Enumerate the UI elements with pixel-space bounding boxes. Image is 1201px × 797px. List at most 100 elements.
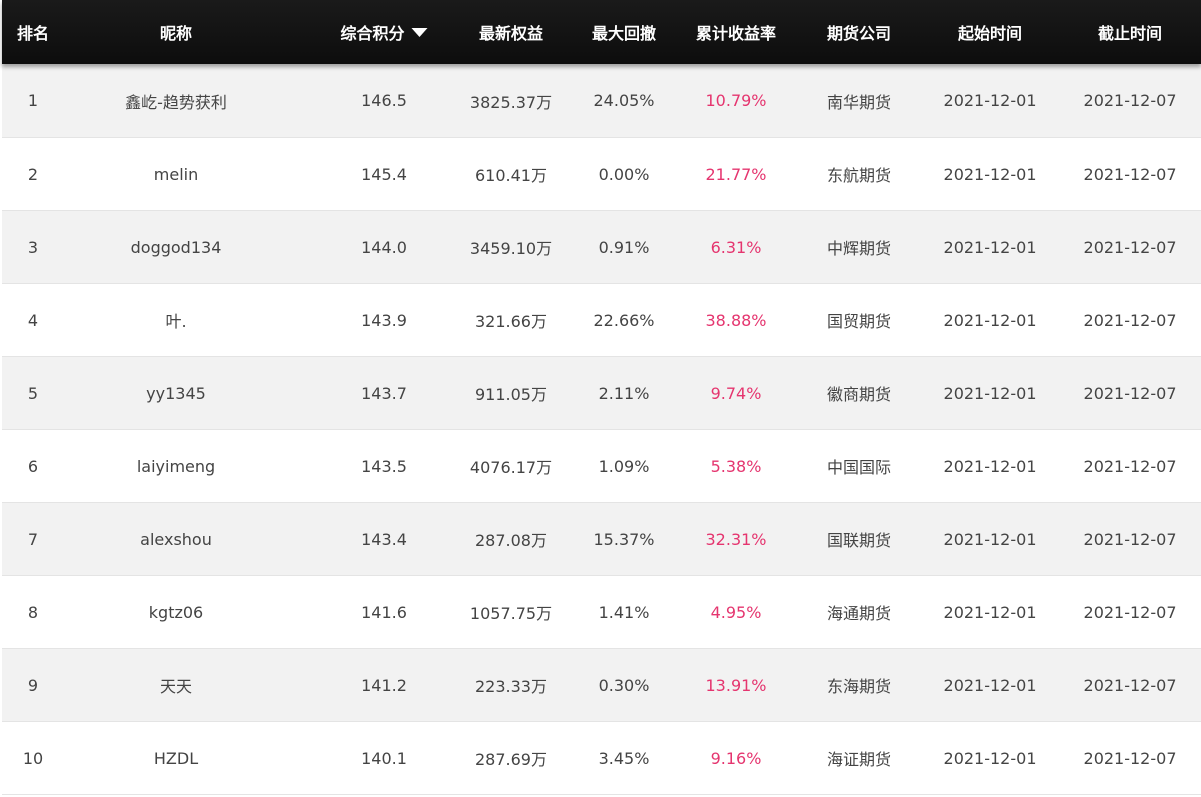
- table-row[interactable]: 3 doggod134 144.0 3459.10万 0.91% 6.31% 中辉期货 202…: [2, 211, 1201, 284]
- column-header-equity[interactable]: 最新权益: [479, 0, 543, 64]
- table-body: 1 鑫屹-趋势获利 146.5 3825.37万 24.05% 10.79% 南华期货 202…: [2, 64, 1201, 795]
- table-row[interactable]: 7 alexshou 143.4 287.08万 15.37% 32.31% 国联期货 202…: [2, 503, 1201, 576]
- rank-cell: 6: [27, 456, 39, 476]
- equity-cell: 4076.17万: [469, 458, 553, 477]
- column-header-score[interactable]: 综合积分: [340, 0, 428, 64]
- table-row[interactable]: 5 yy1345 143.7 911.05万 2.11% 9.74% 徽商期货 2021-12…: [2, 357, 1201, 430]
- drawdown-cell: 1.41%: [598, 602, 650, 622]
- end-date-cell: 2021-12-07: [1083, 748, 1177, 768]
- triangle-down-icon[interactable]: [411, 28, 428, 37]
- company-cell: 东海期货: [826, 677, 892, 696]
- company-cell: 海通期货: [826, 604, 892, 623]
- score-cell: 145.4: [361, 164, 407, 184]
- end-date-cell: 2021-12-07: [1083, 237, 1177, 257]
- company-cell: 中辉期货: [826, 239, 892, 258]
- rank-cell: 3: [27, 237, 39, 257]
- nickname-cell: yy1345: [146, 383, 206, 403]
- end-date-cell: 2021-12-07: [1083, 602, 1177, 622]
- company-cell: 徽商期货: [826, 385, 892, 404]
- rank-cell: 1: [27, 91, 39, 110]
- equity-cell: 911.05万: [475, 385, 547, 404]
- score-cell: 143.9: [361, 310, 407, 330]
- start-date-cell: 2021-12-01: [943, 310, 1037, 330]
- start-date-cell: 2021-12-01: [943, 602, 1037, 622]
- return-cell: 5.38%: [710, 456, 762, 476]
- return-cell: 9.16%: [710, 748, 762, 768]
- table-row[interactable]: 2 melin 145.4 610.41万 0.00% 21.77% 东航期货 2021-12…: [2, 138, 1201, 211]
- column-header-company[interactable]: 期货公司: [827, 0, 891, 64]
- column-header-drawdown[interactable]: 最大回撤: [592, 0, 656, 64]
- end-date-cell: 2021-12-07: [1083, 310, 1177, 330]
- drawdown-cell: 0.00%: [598, 164, 650, 184]
- company-cell: 国贸期货: [826, 312, 892, 331]
- drawdown-cell: 3.45%: [598, 748, 650, 768]
- table-row[interactable]: 10 HZDL 140.1 287.69万 3.45% 9.16% 海证期货 2021-12-…: [2, 722, 1201, 795]
- end-date-cell: 2021-12-07: [1083, 456, 1177, 476]
- table-row[interactable]: 1 鑫屹-趋势获利 146.5 3825.37万 24.05% 10.79% 南华期货 202…: [2, 64, 1201, 138]
- end-date-cell: 2021-12-07: [1083, 675, 1177, 695]
- rank-cell: 8: [27, 602, 39, 622]
- table-row[interactable]: 6 laiyimeng 143.5 4076.17万 1.09% 5.38% 中国国际 202…: [2, 430, 1201, 503]
- table-row[interactable]: 8 kgtz06 141.6 1057.75万 1.41% 4.95% 海通期货 2021-1…: [2, 576, 1201, 649]
- equity-cell: 1057.75万: [469, 604, 553, 623]
- start-date-cell: 2021-12-01: [943, 456, 1037, 476]
- score-cell: 141.6: [361, 602, 407, 622]
- company-cell: 南华期货: [826, 92, 892, 112]
- score-cell: 143.7: [361, 383, 407, 403]
- company-cell: 国联期货: [826, 531, 892, 550]
- company-cell: 东航期货: [826, 166, 892, 185]
- end-date-cell: 2021-12-07: [1083, 529, 1177, 549]
- table-row[interactable]: 9 天天 141.2 223.33万 0.30% 13.91% 东海期货 2021-12-01…: [2, 649, 1201, 722]
- nickname-cell: melin: [153, 164, 199, 184]
- start-date-cell: 2021-12-01: [943, 748, 1037, 768]
- drawdown-cell: 22.66%: [593, 310, 655, 330]
- rank-cell: 2: [27, 164, 39, 184]
- start-date-cell: 2021-12-01: [943, 164, 1037, 184]
- score-cell: 140.1: [361, 748, 407, 768]
- equity-cell: 287.08万: [475, 531, 547, 550]
- column-header-nickname[interactable]: 昵称: [160, 0, 192, 64]
- start-date-cell: 2021-12-01: [943, 529, 1037, 549]
- drawdown-cell: 15.37%: [593, 529, 655, 549]
- rank-cell: 9: [27, 675, 39, 695]
- column-header-start[interactable]: 起始时间: [958, 0, 1022, 64]
- equity-cell: 3825.37万: [469, 92, 553, 112]
- score-cell: 144.0: [361, 237, 407, 257]
- end-date-cell: 2021-12-07: [1083, 383, 1177, 403]
- return-cell: 10.79%: [705, 91, 767, 110]
- column-header-return[interactable]: 累计收益率: [696, 0, 776, 64]
- score-cell: 143.5: [361, 456, 407, 476]
- equity-cell: 321.66万: [475, 312, 547, 331]
- table-header: 排名 昵称 综合积分 最新权益 最大回撤 累计收益率 期货公司 起始时间 截止时…: [2, 0, 1201, 64]
- nickname-cell: 鑫屹-趋势获利: [125, 92, 227, 112]
- drawdown-cell: 1.09%: [598, 456, 650, 476]
- column-header-end[interactable]: 截止时间: [1098, 0, 1162, 64]
- company-cell: 中国国际: [826, 458, 892, 477]
- return-cell: 6.31%: [710, 237, 762, 257]
- start-date-cell: 2021-12-01: [943, 237, 1037, 257]
- table-row[interactable]: 4 叶. 143.9 321.66万 22.66% 38.88% 国贸期货 2021-12-0…: [2, 284, 1201, 357]
- rank-cell: 4: [27, 310, 39, 330]
- return-cell: 32.31%: [705, 529, 767, 549]
- column-header-rank[interactable]: 排名: [17, 0, 49, 64]
- ranking-table: 排名 昵称 综合积分 最新权益 最大回撤 累计收益率 期货公司 起始时间 截止时…: [2, 0, 1201, 795]
- nickname-cell: 叶.: [165, 312, 187, 331]
- rank-cell: 10: [22, 748, 44, 768]
- nickname-cell: kgtz06: [148, 602, 204, 622]
- end-date-cell: 2021-12-07: [1083, 164, 1177, 184]
- column-header-score-label: 综合积分: [340, 24, 405, 43]
- return-cell: 4.95%: [710, 602, 762, 622]
- drawdown-cell: 2.11%: [598, 383, 650, 403]
- return-cell: 38.88%: [705, 310, 767, 330]
- nickname-cell: laiyimeng: [136, 456, 216, 476]
- rank-cell: 7: [27, 529, 39, 549]
- drawdown-cell: 0.30%: [598, 675, 650, 695]
- end-date-cell: 2021-12-07: [1083, 91, 1177, 110]
- nickname-cell: alexshou: [140, 529, 212, 549]
- score-cell: 146.5: [361, 91, 407, 110]
- drawdown-cell: 0.91%: [598, 237, 650, 257]
- return-cell: 9.74%: [710, 383, 762, 403]
- nickname-cell: doggod134: [130, 237, 222, 257]
- rank-cell: 5: [27, 383, 39, 403]
- nickname-cell: 天天: [159, 677, 193, 696]
